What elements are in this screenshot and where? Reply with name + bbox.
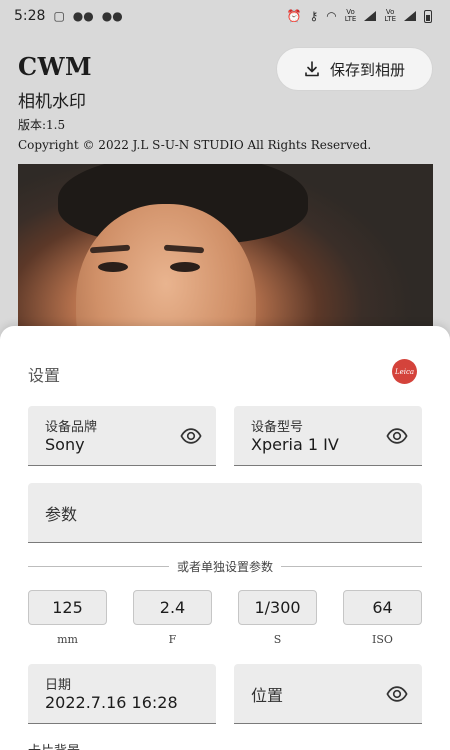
date-label: 日期	[45, 678, 72, 693]
divider-line	[28, 565, 169, 567]
card-background-label: 卡片背景	[28, 740, 80, 750]
signal-icon	[364, 11, 377, 21]
aperture-input[interactable]: 2.4	[133, 590, 212, 625]
visibility-eye-icon[interactable]	[180, 425, 202, 447]
volte-icon: Vo LTE	[384, 8, 396, 23]
device-model-label: 设备型号	[251, 420, 304, 435]
status-bar: 5:28 ▢ ●● ●● ⏰ ⚷ ◠ Vo LTE Vo LTE	[0, 0, 450, 32]
save-to-album-button[interactable]: 保存到相册	[276, 47, 433, 91]
divider-line	[281, 565, 423, 567]
alarm-icon: ⏰	[286, 9, 302, 23]
device-brand-field[interactable]: 设备品牌 Sony	[28, 406, 216, 466]
leica-logo[interactable]: Leica	[392, 359, 417, 384]
device-model-value[interactable]: Xperia 1 IV	[251, 435, 339, 454]
iso-input[interactable]: 64	[343, 590, 422, 625]
status-time: 5:28	[14, 8, 46, 24]
key-icon: ⚷	[309, 9, 319, 23]
device-model-field[interactable]: 设备型号 Xperia 1 IV	[234, 406, 422, 466]
settings-sheet[interactable]: 设置 Leica 设备品牌 Sony 设备型号 Xperia 1 IV 参数 或…	[0, 326, 450, 750]
location-field[interactable]: 位置	[234, 664, 422, 724]
volte-icon: Vo LTE	[344, 8, 357, 23]
wifi-icon: ◠	[326, 9, 337, 23]
aperture-unit: F	[168, 633, 177, 646]
params-placeholder: 参数	[45, 504, 78, 524]
focal-length-input[interactable]: 125	[28, 590, 107, 625]
version-text: 版本:1.5	[18, 118, 66, 132]
visibility-eye-icon[interactable]	[386, 425, 408, 447]
params-field[interactable]: 参数	[28, 483, 422, 543]
visibility-eye-icon[interactable]	[386, 683, 408, 705]
focal-length-unit: mm	[57, 633, 78, 646]
signal-icon	[404, 11, 416, 21]
device-brand-label: 设备品牌	[45, 420, 98, 435]
shutter-unit: S	[273, 633, 282, 646]
date-field[interactable]: 日期 2022.7.16 16:28	[28, 664, 216, 724]
wechat-icon: ●●	[72, 9, 94, 23]
wechat-icon: ●●	[101, 9, 123, 23]
divider-text: 或者单独设置参数	[177, 559, 274, 574]
shutter-input[interactable]: 1/300	[238, 590, 317, 625]
photo-eye	[170, 262, 200, 272]
save-button-label: 保存到相册	[329, 60, 405, 79]
photo-preview[interactable]	[18, 164, 433, 342]
device-brand-value[interactable]: Sony	[45, 435, 85, 454]
iso-unit: ISO	[372, 633, 393, 646]
settings-title: 设置	[28, 366, 61, 385]
download-icon	[305, 61, 319, 77]
sim-icon: ▢	[53, 9, 65, 23]
individual-params-divider: 或者单独设置参数	[28, 558, 423, 574]
copyright-text: Copyright © 2022 J.L S-U-N STUDIO All Ri…	[18, 138, 372, 152]
date-value[interactable]: 2022.7.16 16:28	[45, 693, 178, 712]
location-placeholder: 位置	[251, 685, 284, 705]
battery-icon	[424, 9, 432, 23]
photo-eye	[98, 262, 128, 272]
